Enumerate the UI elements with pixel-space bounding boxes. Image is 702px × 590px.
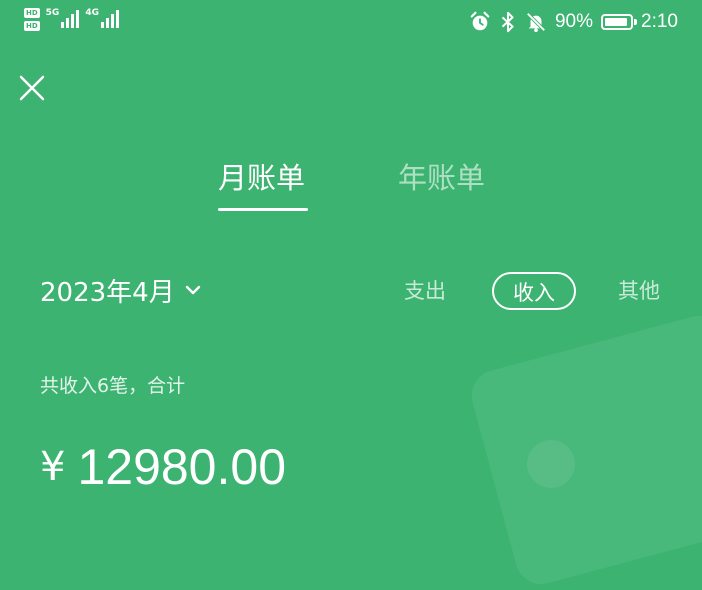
signal-4g: 4G: [85, 8, 119, 28]
active-tab-indicator: [218, 208, 308, 211]
bluetooth-icon: [501, 11, 514, 33]
mute-bell-icon: [526, 12, 546, 33]
tab-monthly-bill[interactable]: 月账单: [218, 158, 305, 198]
close-icon: [19, 75, 45, 101]
hd-badge: HD: [24, 8, 40, 18]
signal-bars-icon: [61, 8, 80, 28]
status-time: 2:10: [641, 11, 678, 32]
filter-expense[interactable]: 支出: [404, 272, 446, 310]
close-button[interactable]: [14, 70, 50, 106]
background-card-decoration: [465, 310, 702, 590]
battery-fill: [605, 18, 628, 26]
period-label: 2023年4月: [40, 277, 175, 308]
battery-percent: 90%: [554, 11, 594, 32]
alarm-icon: [470, 11, 490, 31]
currency-symbol: ¥: [40, 444, 66, 490]
signal-5g: 5G: [46, 8, 80, 28]
total-amount: ¥ 12980.00: [40, 430, 286, 504]
background-card-dot: [527, 440, 575, 488]
income-summary-text: 共收入6笔，合计: [40, 375, 186, 397]
network-label: 4G: [85, 8, 99, 18]
filter-income[interactable]: 收入: [492, 272, 576, 310]
status-bar-right: 90% 2:10: [469, 8, 678, 36]
amount-value: 12980.00: [77, 439, 286, 495]
tab-yearly-bill[interactable]: 年账单: [398, 158, 485, 198]
hd-badge: HD: [24, 21, 40, 31]
chevron-down-icon: [185, 285, 200, 295]
status-bar-left: HD HD 5G 4G: [24, 8, 119, 31]
filter-other[interactable]: 其他: [618, 272, 660, 310]
hd-badges: HD HD: [24, 8, 40, 31]
status-bar: HD HD 5G 4G 90% 2:10: [0, 0, 702, 44]
signal-bars-icon: [100, 8, 119, 28]
battery-tip: [634, 19, 638, 25]
battery-icon: [601, 14, 638, 30]
period-selector[interactable]: 2023年4月: [40, 270, 203, 310]
network-label: 5G: [45, 8, 60, 18]
